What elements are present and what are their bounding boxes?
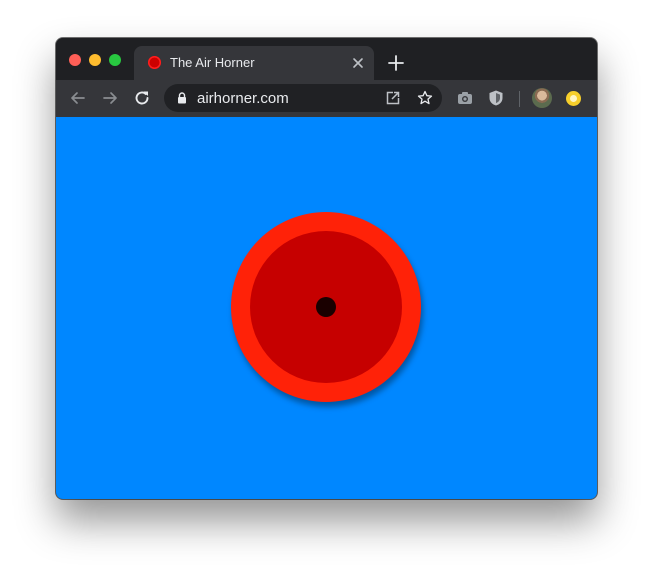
shield-icon[interactable]	[487, 89, 505, 107]
tab-title: The Air Horner	[170, 55, 255, 70]
arrow-right-icon[interactable]	[101, 89, 119, 107]
browser-toolbar: airhorner.com	[56, 80, 597, 117]
window-minimize-button[interactable]	[89, 54, 101, 66]
camera-icon[interactable]	[456, 89, 474, 107]
toolbar-separator	[519, 91, 520, 107]
browser-window: The Air Horner airhorner.com	[56, 38, 597, 499]
window-close-button[interactable]	[69, 54, 81, 66]
url-text[interactable]: airhorner.com	[197, 90, 289, 107]
yellow-extension-icon[interactable]	[566, 91, 581, 106]
new-tab-icon[interactable]	[387, 54, 405, 72]
profile-avatar[interactable]	[532, 88, 552, 108]
window-maximize-button[interactable]	[109, 54, 121, 66]
open-in-window-icon[interactable]	[385, 90, 401, 106]
air-horner-favicon-icon	[148, 56, 161, 69]
air-horn-inner-ring	[250, 231, 402, 383]
air-horn-button[interactable]	[231, 212, 421, 402]
lock-icon[interactable]	[177, 92, 187, 104]
browser-tab[interactable]: The Air Horner	[134, 46, 374, 80]
star-icon[interactable]	[417, 90, 433, 106]
tab-strip: The Air Horner	[56, 38, 597, 80]
page-viewport	[56, 117, 597, 499]
address-bar[interactable]: airhorner.com	[164, 84, 442, 112]
air-horn-center-dot	[316, 297, 336, 317]
arrow-left-icon[interactable]	[69, 89, 87, 107]
reload-icon[interactable]	[133, 89, 151, 107]
close-tab-icon[interactable]	[350, 55, 366, 71]
